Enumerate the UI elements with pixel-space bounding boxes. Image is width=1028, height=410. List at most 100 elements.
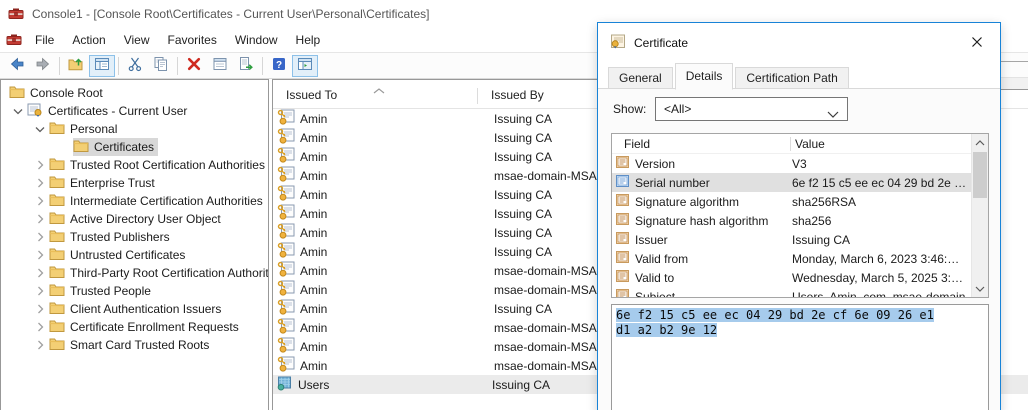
- field-row-valid-to[interactable]: Valid toWednesday, March 5, 2025 3:…: [612, 268, 971, 287]
- tree-item-active-directory-user-object[interactable]: Active Directory User Object: [1, 210, 268, 228]
- chevron-down-icon[interactable]: [31, 126, 49, 133]
- back-button[interactable]: [4, 55, 30, 77]
- chevron-right-icon[interactable]: [31, 178, 49, 188]
- field-row-signature-algorithm[interactable]: Signature algorithmsha256RSA: [612, 192, 971, 211]
- column-value[interactable]: Value: [795, 137, 825, 151]
- personal-certificate-icon: [277, 128, 295, 147]
- fields-scrollbar[interactable]: [971, 134, 988, 297]
- menu-window[interactable]: Window: [226, 30, 287, 50]
- show-dropdown[interactable]: <All>: [655, 97, 848, 121]
- personal-certificate-icon: [277, 337, 295, 356]
- tree-item-personal[interactable]: Personal: [1, 120, 268, 138]
- forward-button[interactable]: [30, 55, 56, 77]
- tree-item-console-root[interactable]: Console Root: [1, 84, 268, 102]
- chevron-right-icon[interactable]: [31, 322, 49, 332]
- up-one-level-button[interactable]: [63, 55, 89, 77]
- personal-certificate-icon: [277, 261, 295, 280]
- column-field[interactable]: Field: [624, 137, 650, 151]
- cut-button[interactable]: [122, 55, 148, 77]
- folder-icon: [49, 229, 65, 245]
- show-hide-action-pane-icon: [297, 56, 313, 75]
- tree-item-trusted-root-certification-authorities[interactable]: Trusted Root Certification Authorities: [1, 156, 268, 174]
- field-icon: [616, 156, 630, 171]
- console-tree-pane: Console RootCertificates - Current UserP…: [0, 79, 269, 410]
- delete-button[interactable]: [181, 55, 207, 77]
- folder-icon: [49, 265, 65, 281]
- folder-icon: [49, 319, 65, 335]
- column-issued-by[interactable]: Issued By: [491, 88, 544, 102]
- field-icon: [616, 270, 630, 285]
- close-icon[interactable]: [962, 29, 992, 55]
- tab-general[interactable]: General: [608, 67, 673, 89]
- properties-button[interactable]: [207, 55, 233, 77]
- menu-help[interactable]: Help: [287, 30, 330, 50]
- chevron-right-icon[interactable]: [31, 196, 49, 206]
- help-icon: ?: [271, 56, 287, 75]
- chevron-right-icon[interactable]: [31, 214, 49, 224]
- chevron-right-icon[interactable]: [31, 250, 49, 260]
- tree-item-client-authentication-issuers[interactable]: Client Authentication Issuers: [1, 300, 268, 318]
- cut-icon: [127, 56, 143, 75]
- folder-icon: [49, 121, 65, 137]
- menu-file[interactable]: File: [26, 30, 63, 50]
- field-icon: [616, 213, 630, 228]
- tree-item-certificates-current-user[interactable]: Certificates - Current User: [1, 102, 268, 120]
- chevron-right-icon[interactable]: [31, 160, 49, 170]
- tree-item-third-party-root-certification-authorities[interactable]: Third-Party Root Certification Authoriti…: [1, 264, 268, 282]
- field-row-subject[interactable]: SubjectUsers, Amin, com, msae-domain: [612, 287, 971, 297]
- field-row-issuer[interactable]: IssuerIssuing CA: [612, 230, 971, 249]
- help-button[interactable]: ?: [266, 55, 292, 77]
- console-window-icon: [6, 31, 22, 50]
- show-hide-console-tree-icon: [94, 56, 110, 75]
- personal-certificate-icon: [277, 223, 295, 242]
- chevron-down-icon[interactable]: [9, 108, 27, 115]
- personal-certificate-icon: [277, 204, 295, 223]
- tab-details[interactable]: Details: [675, 63, 734, 90]
- personal-certificate-icon: [277, 147, 295, 166]
- window-title: Console1 - [Console Root\Certificates - …: [32, 7, 430, 21]
- scroll-down-icon[interactable]: [972, 280, 988, 297]
- menu-view[interactable]: View: [115, 30, 159, 50]
- field-icon: [616, 194, 630, 209]
- copy-button[interactable]: [148, 55, 174, 77]
- chevron-right-icon[interactable]: [31, 340, 49, 350]
- background-pane-edge: [1001, 61, 1028, 62]
- field-row-serial-number[interactable]: Serial number6e f2 15 c5 ee ec 04 29 bd …: [612, 173, 971, 192]
- chevron-right-icon[interactable]: [31, 268, 49, 278]
- column-issued-to[interactable]: Issued To: [286, 88, 337, 102]
- chevron-right-icon[interactable]: [31, 286, 49, 296]
- back-icon: [9, 56, 25, 75]
- show-label: Show:: [613, 102, 655, 116]
- show-hide-action-pane-button[interactable]: [292, 55, 318, 77]
- certificate-dialog: Certificate GeneralDetailsCertification …: [597, 22, 1001, 410]
- tree-item-trusted-people[interactable]: Trusted People: [1, 282, 268, 300]
- folder-icon: [49, 283, 65, 299]
- field-icon: [616, 289, 630, 297]
- chevron-right-icon[interactable]: [31, 304, 49, 314]
- column-separator[interactable]: [477, 88, 478, 104]
- tree-item-certificate-enrollment-requests[interactable]: Certificate Enrollment Requests: [1, 318, 268, 336]
- tree-item-untrusted-certificates[interactable]: Untrusted Certificates: [1, 246, 268, 264]
- folder-icon: [49, 301, 65, 317]
- scroll-up-icon[interactable]: [972, 134, 988, 151]
- personal-certificate-icon: [277, 242, 295, 261]
- menu-action[interactable]: Action: [63, 30, 114, 50]
- tab-certification-path[interactable]: Certification Path: [735, 67, 848, 89]
- field-row-version[interactable]: VersionV3: [612, 154, 971, 173]
- fields-table-header: Field Value: [612, 134, 971, 154]
- chevron-down-icon: [827, 107, 839, 121]
- tree-item-certificates[interactable]: Certificates: [1, 138, 268, 156]
- tree-item-trusted-publishers[interactable]: Trusted Publishers: [1, 228, 268, 246]
- tree-item-intermediate-certification-authorities[interactable]: Intermediate Certification Authorities: [1, 192, 268, 210]
- menu-favorites[interactable]: Favorites: [159, 30, 226, 50]
- tree-item-enterprise-trust[interactable]: Enterprise Trust: [1, 174, 268, 192]
- chevron-right-icon[interactable]: [31, 232, 49, 242]
- export-list-button[interactable]: [233, 55, 259, 77]
- show-hide-console-tree-button[interactable]: [89, 55, 115, 77]
- tree-item-smart-card-trusted-roots[interactable]: Smart Card Trusted Roots: [1, 336, 268, 354]
- scrollbar-thumb[interactable]: [973, 152, 987, 198]
- serial-number-hex-view[interactable]: 6e f2 15 c5 ee ec 04 29 bd 2e cf 6e 09 2…: [611, 304, 989, 410]
- field-row-valid-from[interactable]: Valid fromMonday, March 6, 2023 3:46:…: [612, 249, 971, 268]
- dialog-title: Certificate: [634, 36, 688, 50]
- field-row-signature-hash-algorithm[interactable]: Signature hash algorithmsha256: [612, 211, 971, 230]
